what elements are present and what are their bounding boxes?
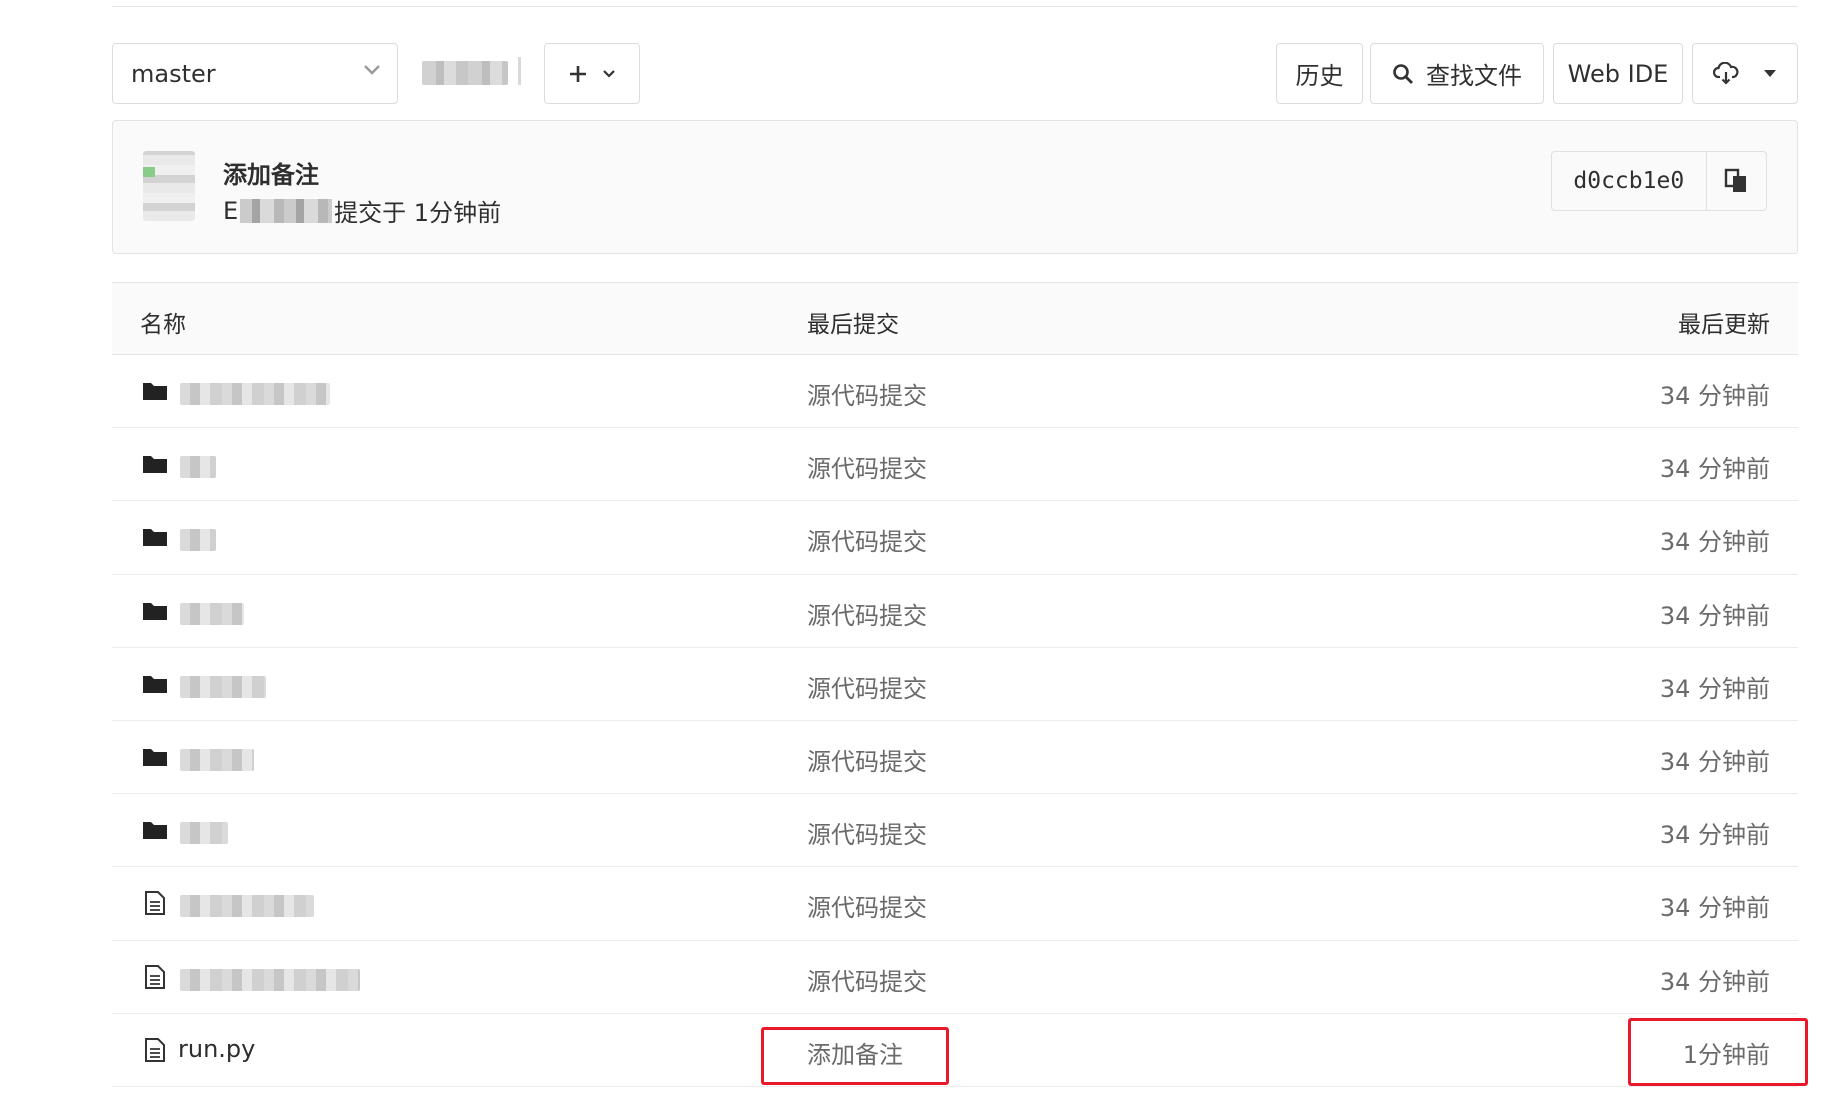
- breadcrumb-project[interactable]: [422, 61, 508, 85]
- folder-icon: [143, 602, 167, 620]
- row-last-commit[interactable]: 源代码提交: [807, 742, 927, 777]
- row-last-commit[interactable]: 源代码提交: [807, 962, 927, 997]
- breadcrumb-separator: [518, 57, 521, 85]
- file-name-redacted[interactable]: [180, 529, 216, 552]
- file-name-redacted[interactable]: [180, 968, 360, 991]
- file-table: 名称 最后提交 最后更新 源代码提交 34 分钟前 源代码提交 34 分钟前 源代码提交…: [112, 282, 1798, 1087]
- top-divider: [112, 6, 1798, 7]
- history-button[interactable]: 历史: [1276, 43, 1363, 104]
- branch-select[interactable]: master: [112, 43, 398, 104]
- caret-down-icon: [1764, 70, 1776, 77]
- table-row[interactable]: 源代码提交 34 分钟前: [112, 867, 1798, 941]
- file-icon: [145, 891, 165, 916]
- author-initial: E: [223, 196, 239, 225]
- file-name-redacted[interactable]: [180, 748, 254, 771]
- find-file-button[interactable]: 查找文件: [1370, 43, 1544, 104]
- row-last-updated: 34 分钟前: [1659, 747, 1770, 776]
- table-row[interactable]: 源代码提交 34 分钟前: [112, 941, 1798, 1014]
- folder-icon: [143, 822, 167, 840]
- commit-meta: E 提交于 1分钟前: [223, 193, 501, 228]
- branch-name: master: [131, 59, 216, 88]
- commit-sha-group: d0ccb1e0: [1551, 151, 1767, 211]
- table-row[interactable]: 源代码提交 34 分钟前: [112, 721, 1798, 795]
- repo-toolbar: master 历史 查找文件 Web IDE: [112, 43, 1798, 104]
- file-name[interactable]: run.py: [178, 1035, 255, 1063]
- table-row[interactable]: run.py 添加备注 1分钟前: [112, 1014, 1798, 1087]
- search-icon: [1393, 63, 1413, 84]
- row-last-commit[interactable]: 源代码提交: [807, 596, 927, 631]
- folder-icon: [143, 456, 167, 474]
- download-dropdown-button[interactable]: [1692, 43, 1798, 104]
- header-name: 名称: [140, 312, 186, 338]
- row-last-commit[interactable]: 源代码提交: [807, 376, 927, 411]
- file-name-redacted[interactable]: [180, 675, 266, 698]
- last-commit-panel: 添加备注 E 提交于 1分钟前 d0ccb1e0: [112, 120, 1798, 254]
- row-last-commit[interactable]: 源代码提交: [807, 669, 927, 704]
- table-row[interactable]: 源代码提交 34 分钟前: [112, 501, 1798, 575]
- find-file-label: 查找文件: [1426, 62, 1522, 90]
- web-ide-button[interactable]: Web IDE: [1553, 43, 1683, 104]
- commit-time: 提交于 1分钟前: [334, 199, 502, 227]
- row-last-updated: 1分钟前: [1682, 1040, 1770, 1069]
- chevron-down-icon: [603, 69, 615, 78]
- copy-icon: [1725, 168, 1747, 192]
- table-row[interactable]: 源代码提交 34 分钟前: [112, 648, 1798, 721]
- folder-icon: [143, 748, 167, 766]
- table-row[interactable]: 源代码提交 34 分钟前: [112, 794, 1798, 868]
- file-name-redacted[interactable]: [180, 383, 330, 405]
- table-row[interactable]: 源代码提交 34 分钟前: [112, 428, 1798, 502]
- file-name-redacted[interactable]: [180, 895, 314, 918]
- row-last-updated: 34 分钟前: [1659, 967, 1770, 996]
- row-last-commit[interactable]: 源代码提交: [807, 888, 927, 923]
- cloud-download-icon: [1713, 61, 1739, 85]
- commit-sha[interactable]: d0ccb1e0: [1552, 168, 1706, 194]
- row-last-updated: 34 分钟前: [1659, 455, 1770, 484]
- table-row[interactable]: 源代码提交 34 分钟前: [112, 355, 1798, 429]
- row-last-commit[interactable]: 源代码提交: [807, 449, 927, 484]
- web-ide-label: Web IDE: [1567, 59, 1669, 88]
- header-last-updated: 最后更新: [1678, 312, 1770, 338]
- file-name-redacted[interactable]: [180, 456, 216, 479]
- chevron-down-icon: [364, 65, 380, 75]
- table-row[interactable]: 源代码提交 34 分钟前: [112, 575, 1798, 648]
- add-file-dropdown[interactable]: [544, 43, 640, 104]
- history-label: 历史: [1295, 62, 1344, 90]
- avatar[interactable]: [143, 151, 195, 221]
- folder-icon: [143, 675, 167, 693]
- plus-icon: [570, 65, 586, 82]
- commit-title[interactable]: 添加备注: [223, 155, 319, 190]
- table-header: 名称 最后提交 最后更新: [112, 282, 1798, 355]
- row-last-updated: 34 分钟前: [1659, 821, 1770, 850]
- row-last-commit[interactable]: 源代码提交: [807, 522, 927, 557]
- row-last-commit[interactable]: 添加备注: [807, 1035, 903, 1070]
- folder-icon: [143, 529, 167, 547]
- row-last-updated: 34 分钟前: [1659, 528, 1770, 557]
- file-name-redacted[interactable]: [180, 602, 244, 625]
- file-icon: [145, 1037, 165, 1062]
- folder-icon: [143, 383, 167, 400]
- file-icon: [145, 964, 165, 989]
- row-last-updated: 34 分钟前: [1659, 382, 1770, 410]
- copy-sha-button[interactable]: [1705, 152, 1766, 210]
- row-last-updated: 34 分钟前: [1659, 674, 1770, 703]
- row-last-updated: 34 分钟前: [1659, 601, 1770, 630]
- author-name[interactable]: [240, 198, 333, 223]
- row-last-commit[interactable]: 源代码提交: [807, 815, 927, 850]
- header-last-commit: 最后提交: [807, 312, 899, 338]
- row-last-updated: 34 分钟前: [1659, 894, 1770, 923]
- file-name-redacted[interactable]: [180, 822, 228, 845]
